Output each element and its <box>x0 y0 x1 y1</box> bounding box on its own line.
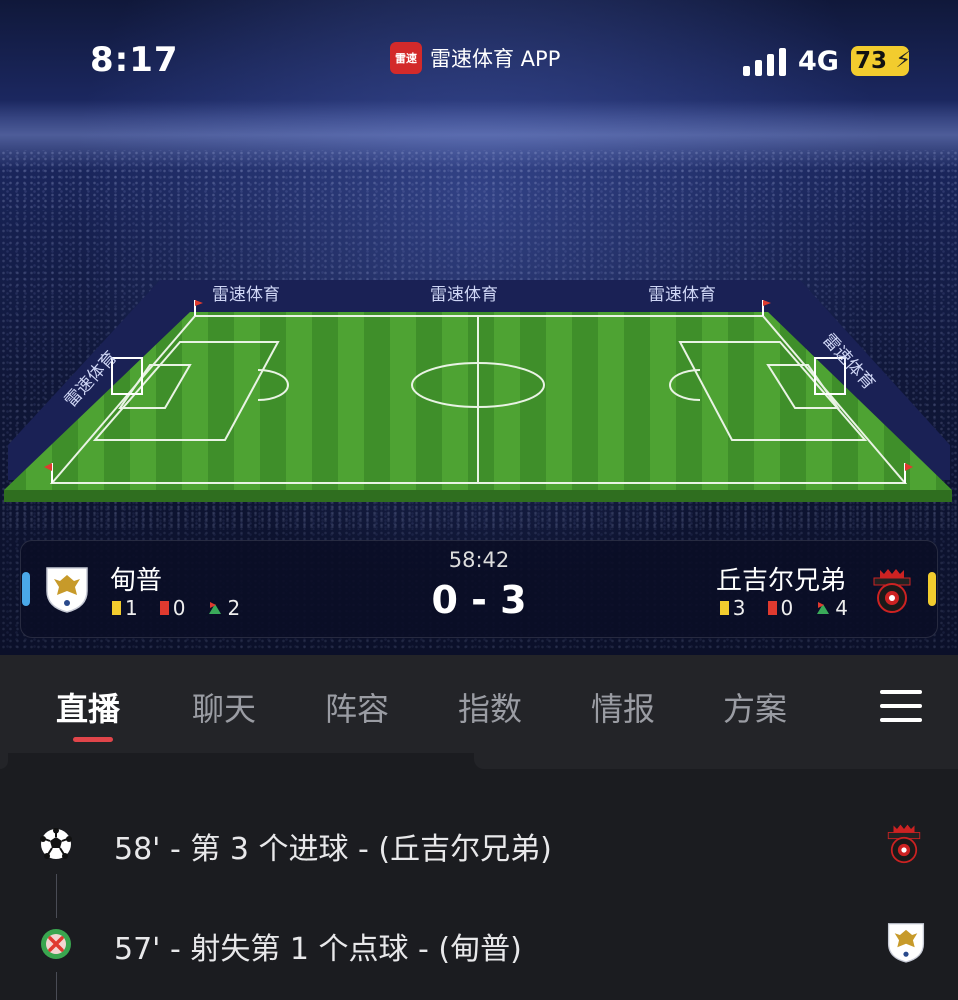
missed-penalty-icon <box>41 929 71 959</box>
tab-odds[interactable]: 指数 <box>458 684 522 730</box>
charging-bolt-icon: ⚡ <box>895 48 911 73</box>
status-time: 8:17 <box>90 40 179 80</box>
tab-lineup[interactable]: 阵容 <box>325 684 389 730</box>
app-title[interactable]: 雷速 雷速体育 APP <box>390 42 560 74</box>
menu-icon[interactable] <box>880 688 922 724</box>
tab-live[interactable]: 直播 <box>56 684 120 730</box>
timeline-connector <box>56 972 57 1000</box>
away-corners: 4 <box>835 596 848 620</box>
event-text: 57' - 射失第 1 个点球 - (甸普) <box>114 932 522 967</box>
corner-flag-icon <box>817 602 830 614</box>
signal-strength-icon <box>743 48 786 76</box>
home-team-logo-icon <box>887 923 925 963</box>
battery-icon: 73 ⚡ <box>851 46 911 76</box>
event-text: 58' - 第 3 个进球 - (丘吉尔兄弟) <box>114 832 552 867</box>
away-team-logo-icon <box>887 824 921 864</box>
ad-board-text: 雷速体育 <box>212 285 280 305</box>
status-bar: 8:17 雷速 雷速体育 APP 4G 73 ⚡ <box>0 0 958 100</box>
tab-plans[interactable]: 方案 <box>723 684 787 730</box>
red-card-icon <box>767 601 777 615</box>
tab-chat[interactable]: 聊天 <box>192 684 256 730</box>
soccer-ball-icon <box>40 828 72 859</box>
away-red-cards: 0 <box>780 596 794 620</box>
active-tab-indicator <box>73 737 113 742</box>
yellow-card-icon <box>719 601 729 615</box>
football-pitch: 雷速体育 雷速体育 雷速体育 雷速体育 雷速体育 <box>4 280 952 502</box>
crowd-upper <box>0 150 958 210</box>
away-team-stats: 3 0 4 <box>719 596 848 620</box>
app-title-text: 雷速体育 APP <box>430 47 561 71</box>
away-team-name[interactable]: 丘吉尔兄弟 <box>716 560 846 597</box>
tab-intel[interactable]: 情报 <box>591 684 655 730</box>
away-yellow-cards: 3 <box>732 596 746 620</box>
ad-board-text: 雷速体育 <box>430 285 498 305</box>
ad-board-text: 雷速体育 <box>648 285 716 305</box>
network-type: 4G <box>798 46 839 77</box>
timeline-connector <box>56 874 57 918</box>
app-logo-icon: 雷速 <box>390 42 422 74</box>
away-team-logo-icon[interactable] <box>872 566 912 614</box>
battery-level: 73 <box>855 48 888 74</box>
